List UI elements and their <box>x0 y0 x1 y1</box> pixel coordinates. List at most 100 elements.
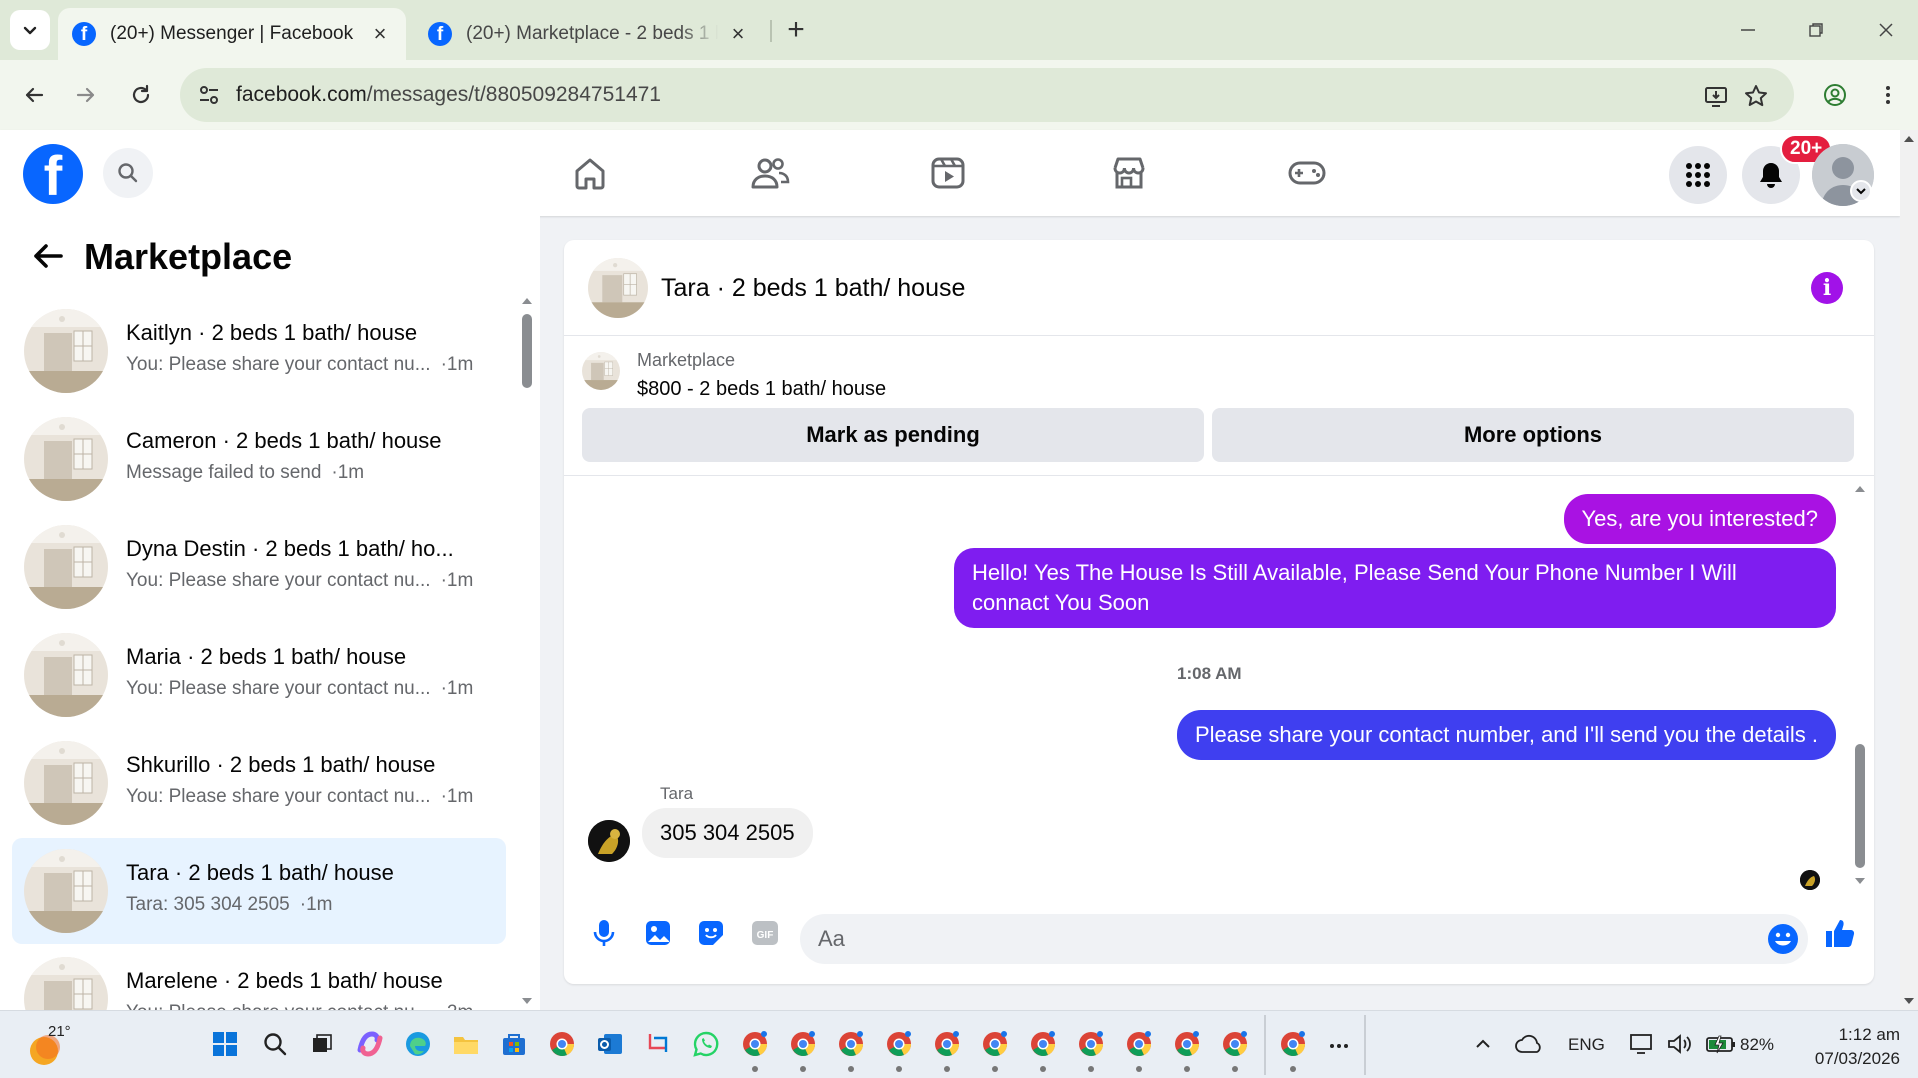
show-hidden-icons-chevron-icon[interactable] <box>1466 1027 1500 1061</box>
chrome-window-icon[interactable] <box>882 1027 916 1061</box>
chrome-window-icon[interactable] <box>786 1027 820 1061</box>
outlook-icon[interactable] <box>593 1027 627 1061</box>
back-button[interactable] <box>14 75 54 115</box>
site-info-icon[interactable] <box>194 80 224 110</box>
forward-button[interactable] <box>66 75 106 115</box>
sent-message-bubble[interactable]: Yes, are you interested? <box>1563 494 1836 544</box>
chrome-window-icon[interactable] <box>930 1027 964 1061</box>
conversation-item[interactable]: Maria · 2 beds 1 bath/ house You: Please … <box>12 622 506 728</box>
url-path: /messages/t/880509284751471 <box>366 83 661 106</box>
video-icon[interactable] <box>923 150 973 196</box>
sent-message-bubble[interactable]: Hello! Yes The House Is Still Available,… <box>954 548 1836 628</box>
chat-header: Tara · 2 beds 1 bath/ house i <box>564 240 1874 336</box>
close-window-icon[interactable] <box>1866 10 1906 50</box>
sender-avatar[interactable] <box>588 820 630 862</box>
microphone-icon[interactable] <box>587 916 621 950</box>
received-message-bubble[interactable]: 305 304 2505 <box>642 808 813 858</box>
tab-search-dropdown[interactable] <box>10 10 50 50</box>
taskbar-search-icon[interactable] <box>258 1027 292 1061</box>
chrome-window-icon[interactable] <box>1122 1027 1156 1061</box>
address-bar[interactable]: facebook.com/messages/t/880509284751471 <box>180 68 1794 122</box>
gaming-icon[interactable] <box>1282 150 1332 196</box>
edge-browser-icon[interactable] <box>401 1027 435 1061</box>
chrome-window-icon[interactable] <box>738 1027 772 1061</box>
install-app-icon[interactable] <box>1700 80 1732 112</box>
more-options-button[interactable]: More options <box>1212 408 1854 462</box>
friends-icon[interactable] <box>745 150 795 196</box>
snipping-tool-icon[interactable] <box>641 1027 675 1061</box>
facebook-logo[interactable]: f <box>23 144 83 204</box>
page-scrollbar[interactable] <box>1900 130 1918 1010</box>
conversation-item[interactable]: Dyna Destin · 2 beds 1 bath/ ho... You: P… <box>12 514 506 620</box>
microsoft-store-icon[interactable] <box>497 1027 531 1061</box>
reload-button[interactable] <box>121 75 161 115</box>
emoji-icon[interactable] <box>1766 922 1800 956</box>
chrome-window-icon[interactable] <box>1218 1027 1252 1061</box>
whatsapp-icon[interactable] <box>689 1027 723 1061</box>
chrome-window-icon[interactable] <box>1026 1027 1060 1061</box>
onedrive-cloud-icon[interactable] <box>1512 1027 1546 1061</box>
copilot-icon[interactable] <box>353 1027 387 1061</box>
account-menu-chevron-icon[interactable] <box>1850 180 1872 202</box>
conversation-item[interactable]: Shkurillo · 2 beds 1 bath/ house You: Ple… <box>12 730 506 836</box>
thumbs-up-icon[interactable] <box>1821 914 1859 952</box>
gif-icon[interactable]: GIF <box>748 916 782 950</box>
new-tab-button[interactable]: + <box>780 13 812 46</box>
listing-thumbnail[interactable] <box>588 258 648 318</box>
conversation-list-scroll-thumb[interactable] <box>522 314 532 388</box>
close-tab-icon[interactable]: × <box>368 21 392 46</box>
tab-title: (20+) Messenger | Facebook <box>110 23 354 44</box>
mark-as-pending-button[interactable]: Mark as pending <box>582 408 1204 462</box>
chrome-app-icon[interactable] <box>545 1027 579 1061</box>
browser-menu-button[interactable] <box>1868 75 1908 115</box>
tab-messenger[interactable]: f (20+) Messenger | Facebook × <box>58 8 406 60</box>
conversation-preview-line: You: Please share your contact nu... ·1m <box>126 678 496 700</box>
conversation-time: ·1m <box>299 894 333 915</box>
home-icon[interactable] <box>565 150 615 196</box>
file-explorer-icon[interactable] <box>449 1027 483 1061</box>
chrome-window-icon[interactable] <box>834 1027 868 1061</box>
close-tab-icon[interactable]: × <box>726 21 750 46</box>
chrome-window-icon[interactable] <box>978 1027 1012 1061</box>
facebook-search-button[interactable] <box>103 148 153 198</box>
sent-message-bubble[interactable]: Please share your contact number, and I'… <box>1176 710 1836 760</box>
listing-title[interactable]: $800 - 2 beds 1 bath/ house <box>637 378 886 401</box>
task-view-icon[interactable] <box>305 1027 339 1061</box>
menu-grid-button[interactable] <box>1669 146 1727 204</box>
windows-start-icon[interactable] <box>208 1027 242 1061</box>
overflow-dots-icon[interactable] <box>1322 1029 1356 1063</box>
profile-photo-icon <box>588 820 630 862</box>
marketplace-icon[interactable] <box>1104 150 1154 196</box>
message-input[interactable] <box>818 914 1718 964</box>
tab-marketplace[interactable]: f (20+) Marketplace - 2 beds 1 bath × <box>414 8 764 60</box>
tab-title: (20+) Marketplace - 2 beds 1 bath <box>466 23 718 44</box>
back-arrow-button[interactable] <box>28 236 68 276</box>
bookmark-star-icon[interactable] <box>1740 80 1772 112</box>
listing-thumbnail <box>24 633 108 717</box>
battery-charging-icon[interactable] <box>1704 1027 1738 1061</box>
weather-widget[interactable]: 21° <box>26 1023 74 1069</box>
conversation-list-scrollbar[interactable] <box>520 296 534 1006</box>
url-text[interactable]: facebook.com/messages/t/880509284751471 <box>236 83 661 107</box>
info-icon[interactable]: i <box>1811 272 1843 304</box>
photo-icon[interactable] <box>641 916 675 950</box>
minimize-icon[interactable] <box>1728 10 1768 50</box>
system-clock[interactable]: 1:12 am 07/03/2026 <box>1790 1023 1900 1071</box>
message-composer[interactable] <box>800 914 1808 964</box>
restore-icon[interactable] <box>1796 10 1836 50</box>
profile-button[interactable] <box>1815 75 1855 115</box>
conversation-preview: You: Please share your contact nu... <box>126 1002 431 1010</box>
chrome-window-icon[interactable] <box>1074 1027 1108 1061</box>
volume-icon[interactable] <box>1662 1027 1696 1061</box>
chrome-window-icon[interactable] <box>1276 1027 1310 1061</box>
conversation-item[interactable]: Marelene · 2 beds 1 bath/ house You: Plea… <box>12 946 506 1010</box>
chat-title[interactable]: Tara · 2 beds 1 bath/ house <box>661 274 965 303</box>
conversation-item[interactable]: Cameron · 2 beds 1 bath/ house Message fa… <box>12 406 506 512</box>
network-monitor-icon[interactable] <box>1626 1027 1660 1061</box>
chat-scroll-thumb[interactable] <box>1855 744 1865 868</box>
conversation-item[interactable]: Tara · 2 beds 1 bath/ house Tara: 305 304… <box>12 838 506 944</box>
input-language[interactable]: ENG <box>1568 1035 1605 1055</box>
chrome-window-icon[interactable] <box>1170 1027 1204 1061</box>
sticker-icon[interactable] <box>694 916 728 950</box>
conversation-item[interactable]: Kaitlyn · 2 beds 1 bath/ house You: Pleas… <box>12 298 506 404</box>
